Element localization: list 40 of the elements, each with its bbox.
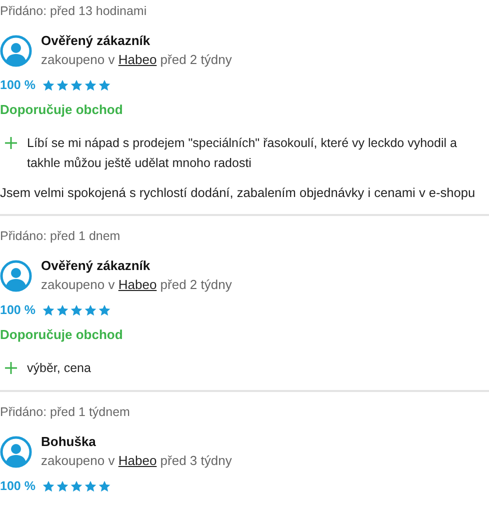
- star-icon: [98, 480, 112, 492]
- shop-link[interactable]: Habeo: [118, 453, 157, 468]
- star-icon: [84, 304, 98, 316]
- star-icon: [84, 480, 98, 492]
- star-icon: [56, 480, 70, 492]
- star-icon: [70, 304, 84, 316]
- rating-percent: 100 %: [0, 479, 36, 493]
- added-time: Přidáno: před 1 dnem: [0, 228, 122, 244]
- recommendation: Doporučuje obchod: [0, 326, 124, 344]
- author-name: Ověřený zákazník: [41, 32, 152, 50]
- rating-percent: 100 %: [0, 303, 36, 317]
- rating-percent: 100 %: [0, 78, 36, 92]
- purchase-info: zakoupeno v Habeo před 2 týdny: [41, 276, 232, 294]
- added-time: Přidáno: před 1 týdnem: [0, 404, 131, 420]
- author-name: Ověřený zákazník: [41, 257, 152, 275]
- avatar-icon: [0, 260, 32, 292]
- plus-icon: [4, 361, 18, 375]
- review-comment: Jsem velmi spokojená s rychlostí dodání, zabalením objednávky i cenami v e-shopu: [0, 184, 476, 202]
- star-icon: [70, 78, 84, 92]
- author-name: Bohuška: [41, 433, 97, 451]
- star-icon: [42, 304, 56, 316]
- star-icon: [98, 78, 112, 92]
- shop-link[interactable]: Habeo: [118, 52, 157, 67]
- star-icon: [42, 78, 56, 92]
- star-icon: [56, 304, 70, 316]
- pro-text: Líbí se mi nápad s prodejem "speciálních" řasokoulí, které vy leckdo vyhodil a takhle můžou ještě udělat mnoho radosti: [27, 135, 458, 172]
- recommendation: Doporučuje obchod: [0, 101, 124, 119]
- star-icon: [70, 480, 84, 492]
- purchase-info: zakoupeno v Habeo před 2 týdny: [41, 51, 232, 69]
- star-icon: [84, 78, 98, 92]
- pro-text: výběr, cena: [27, 360, 92, 377]
- plus-icon: [4, 136, 18, 150]
- purchase-info: zakoupeno v Habeo před 3 týdny: [41, 452, 232, 470]
- avatar-icon: [0, 436, 32, 468]
- shop-link[interactable]: Habeo: [118, 277, 157, 292]
- star-icon: [98, 304, 112, 316]
- star-icon: [56, 78, 70, 92]
- avatar-icon: [0, 34, 32, 66]
- star-icon: [42, 480, 56, 492]
- added-time: Přidáno: před 13 hodinami: [0, 3, 148, 19]
